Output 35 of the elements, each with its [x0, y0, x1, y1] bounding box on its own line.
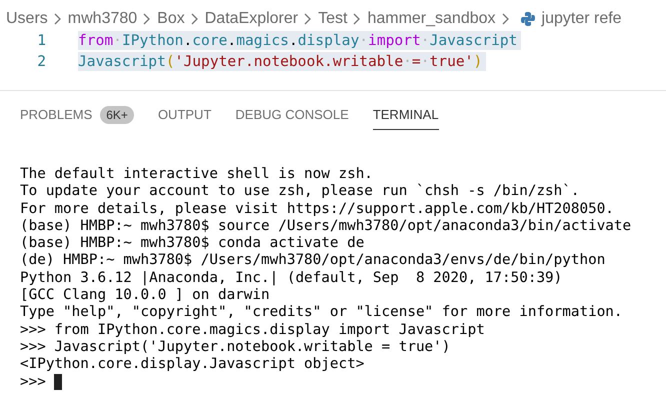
breadcrumb-item[interactable]: jupyter refe: [542, 10, 622, 28]
python-icon: [520, 11, 536, 27]
breadcrumb-item[interactable]: DataExplorer: [204, 10, 298, 28]
breadcrumb-item[interactable]: Users: [6, 10, 48, 28]
terminal-line: (base) HMBP:~ mwh3780$ conda activate de: [20, 235, 366, 252]
terminal-line: Type "help", "copyright", "credits" or "license" for more information.: [20, 304, 624, 322]
terminal-line: [GCC Clang 10.0.0 ] on darwin: [20, 287, 271, 304]
line-number: 1: [36, 32, 46, 49]
terminal-line: <IPython.core.display.Javascript object>: [20, 356, 366, 374]
terminal-line: For more details, please visit https://support.apple.com/kb/HT208050.: [20, 200, 615, 218]
chevron-icon: [190, 13, 199, 25]
chevron-icon: [502, 13, 510, 25]
panel-tab[interactable]: PROBLEMS 6K+: [20, 100, 134, 130]
count-badge: 6K+: [100, 106, 134, 124]
panel-tab[interactable]: DEBUG CONSOLE: [235, 100, 349, 130]
line-number: 2: [36, 53, 46, 70]
terminal-line: The default interactive shell is now zsh.: [20, 166, 374, 184]
chevron-icon: [54, 13, 62, 25]
terminal-line: To update your account to use zsh, please run `chsh -s /bin/zsh`.: [20, 183, 580, 201]
terminal-line: >>> Javascript('Jupyter.notebook.writable = true'): [20, 338, 452, 356]
terminal-line: (de) HMBP:~ mwh3780$ /Users/mwh3780/opt/anaconda3/envs/de/bin/python: [20, 252, 606, 270]
terminal-line: (base) HMBP:~ mwh3780$ source /Users/mwh3780/opt/anaconda3/bin/activate: [20, 218, 632, 236]
breadcrumb-item[interactable]: mwh3780: [68, 10, 138, 28]
panel-tab[interactable]: OUTPUT: [158, 100, 212, 130]
breadcrumb-item[interactable]: Test: [318, 10, 348, 28]
terminal-line: Python 3.6.12 |Anaconda, Inc.| (default, Sep 8 2020, 17:50:39): [20, 270, 564, 288]
chevron-icon: [304, 13, 312, 25]
terminal-line: >>> from IPython.core.magics.display import Javascript: [20, 322, 486, 339]
cursor: [54, 374, 62, 390]
chevron-icon: [353, 13, 362, 25]
breadcrumb-item[interactable]: Box: [157, 10, 185, 28]
chevron-icon: [143, 13, 152, 25]
terminal-prompt: >>>: [20, 374, 46, 391]
panel-tab[interactable]: TERMINAL: [372, 100, 439, 130]
breadcrumb-item[interactable]: hammer_sandbox: [367, 10, 496, 28]
